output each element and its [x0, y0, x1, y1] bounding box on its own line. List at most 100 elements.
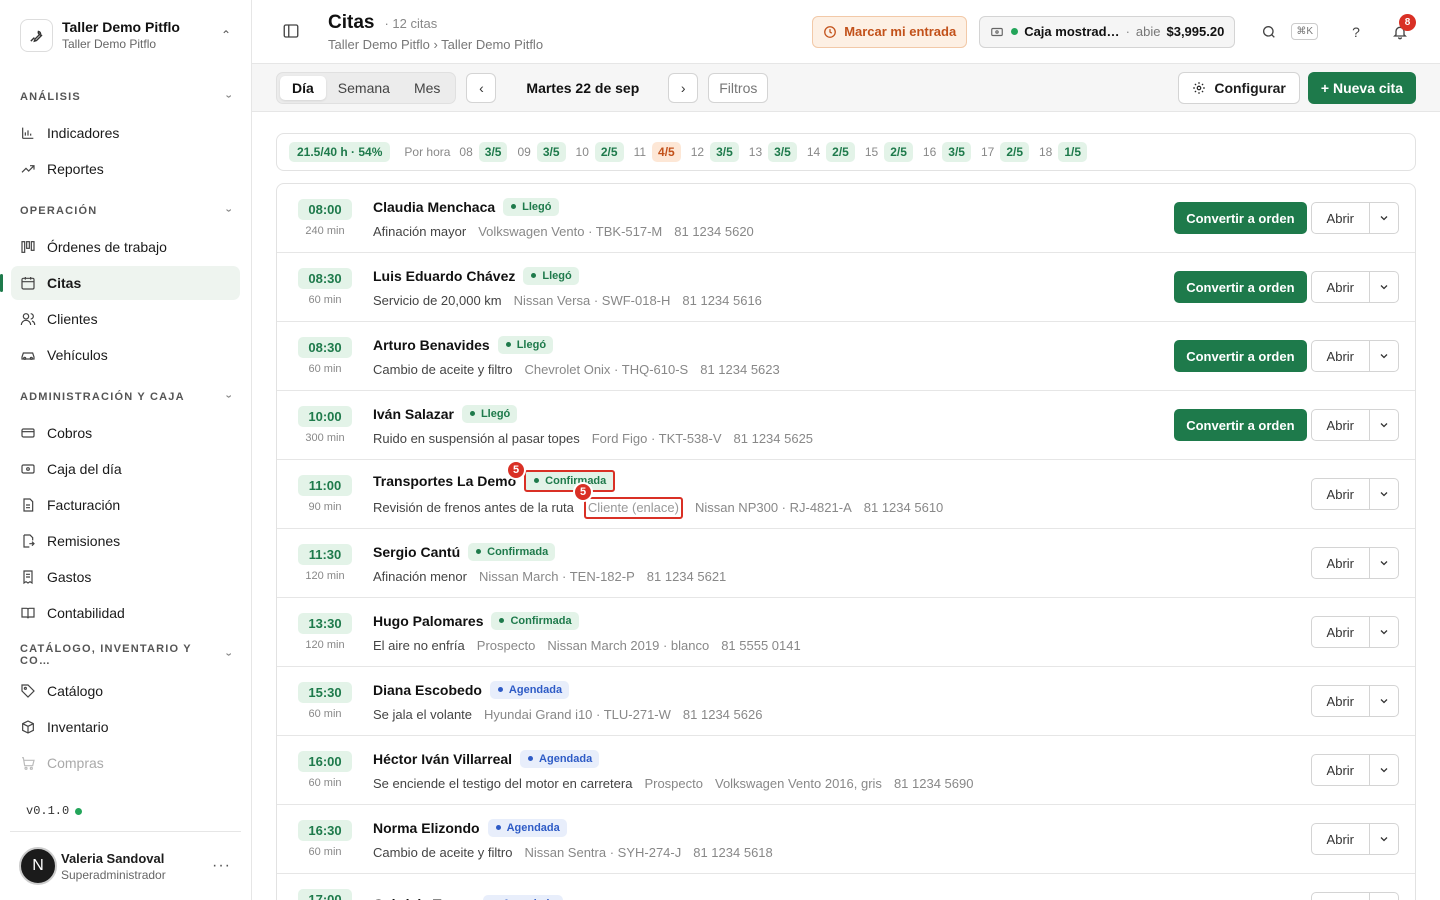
service: Afinación menor: [373, 568, 467, 584]
nav-section-header[interactable]: ANÁLISIS ›: [0, 86, 251, 108]
filters-button[interactable]: Filtros: [708, 72, 769, 103]
open-button[interactable]: Abrir: [1310, 892, 1370, 900]
sidebar-item-clientes[interactable]: Clientes: [11, 302, 240, 336]
status-badge: Confirmada: [524, 469, 616, 492]
convert-to-order-button[interactable]: Convertir a orden: [1174, 202, 1307, 234]
service: Ruido en suspensión al pasar topes: [373, 430, 580, 446]
search-button[interactable]: [1253, 16, 1285, 48]
user-menu[interactable]: N Valeria Sandoval Superadministrador ··…: [10, 831, 241, 900]
sidebar-item-label: Facturación: [47, 497, 121, 513]
appointment-row[interactable]: 11:00 90 min Transportes La Demo Confirmada…: [277, 460, 1415, 529]
appointment-row[interactable]: 16:30 60 min Norma Elizondo Agendada Cambio …: [277, 805, 1415, 874]
sidebar-item-facturación[interactable]: Facturación: [11, 488, 240, 522]
user-role: Superadministrador: [61, 867, 166, 882]
appointment-row[interactable]: 08:00 240 min Claudia Menchaca Llegó Afinaci…: [277, 184, 1415, 253]
tab-day[interactable]: Día: [280, 75, 326, 100]
more-actions-button[interactable]: [1370, 754, 1399, 786]
more-actions-button[interactable]: [1370, 616, 1399, 648]
appointment-row[interactable]: 13:30 120 min Hugo Palomares Confirmada El a…: [277, 598, 1415, 667]
sidebar-item-contabilidad[interactable]: Contabilidad: [11, 596, 240, 630]
hour-capacity-pill: 2/5: [826, 142, 855, 162]
open-button[interactable]: Abrir: [1310, 616, 1370, 648]
chevron-down-icon: ›: [222, 652, 235, 658]
sidebar-item-vehículos[interactable]: Vehículos: [11, 338, 240, 372]
sidebar-item-gastos[interactable]: Gastos: [11, 560, 240, 594]
more-actions-button[interactable]: [1370, 685, 1399, 717]
sidebar-item-cobros[interactable]: Cobros: [11, 416, 240, 450]
sidebar-item-órdenes-de-trabajo[interactable]: Órdenes de trabajo: [11, 230, 240, 264]
client-link[interactable]: Cliente (enlace): [583, 496, 683, 519]
next-day-button[interactable]: ›: [668, 72, 699, 103]
sidebar-item-indicadores[interactable]: Indicadores: [11, 116, 240, 150]
tab-week[interactable]: Semana: [326, 76, 402, 100]
box-icon: [22, 720, 34, 734]
sidebar-toggle-icon[interactable]: [282, 22, 302, 42]
clock-in-button[interactable]: Marcar mi entrada: [812, 15, 968, 48]
open-button[interactable]: Abrir: [1310, 478, 1370, 510]
sidebar-item-citas[interactable]: Citas: [0, 266, 240, 300]
cash-register-button[interactable]: Caja mostrad… · abie $3,995.20: [979, 15, 1236, 48]
more-icon[interactable]: ···: [212, 857, 231, 875]
service: Se jala el volante: [373, 706, 473, 722]
phone: 81 1234 5621: [646, 568, 727, 584]
open-button[interactable]: Abrir: [1310, 409, 1370, 441]
chevron-down-icon: [1380, 630, 1388, 635]
chevron-down-icon: [1380, 216, 1388, 221]
receipt-icon: [23, 570, 33, 585]
help-button[interactable]: ?: [1340, 16, 1372, 48]
previous-day-button[interactable]: ‹: [466, 72, 497, 103]
sidebar-item-reportes[interactable]: Reportes: [11, 152, 240, 186]
open-button[interactable]: Abrir: [1310, 754, 1370, 786]
appointment-row[interactable]: 08:30 60 min Arturo Benavides Llegó Cambio d…: [277, 322, 1415, 391]
nav-section-header[interactable]: CATÁLOGO, INVENTARIO Y CO… ›: [0, 643, 251, 667]
nav-section-header[interactable]: ADMINISTRACIÓN Y CAJA ›: [0, 386, 251, 408]
sidebar-item-compras[interactable]: Compras: [11, 746, 240, 780]
sidebar-item-caja-del-día[interactable]: Caja del día: [11, 452, 240, 486]
sidebar-item-label: Cobros: [47, 425, 93, 441]
open-button[interactable]: Abrir: [1310, 271, 1370, 303]
configure-button[interactable]: Configurar: [1178, 71, 1300, 104]
sidebar-item-catálogo[interactable]: Catálogo: [11, 674, 240, 708]
appointment-row[interactable]: 08:30 60 min Luis Eduardo Chávez Llegó Servi…: [277, 253, 1415, 322]
open-button[interactable]: Abrir: [1310, 340, 1370, 372]
appointment-row[interactable]: 15:30 60 min Diana Escobedo Agendada Se jala…: [277, 667, 1415, 736]
appointment-row[interactable]: 10:00 300 min Iván Salazar Llegó Ruido en su…: [277, 391, 1415, 460]
client-name: Iván Salazar: [373, 405, 454, 422]
convert-to-order-button[interactable]: Convertir a orden: [1174, 271, 1307, 303]
more-actions-button[interactable]: [1370, 340, 1399, 372]
vehicle: Nissan March 2019 · blanco: [547, 637, 710, 653]
more-actions-button[interactable]: [1370, 892, 1399, 900]
appointment-row[interactable]: 16:00 60 min Héctor Iván Villarreal Agendad…: [277, 736, 1415, 805]
sidebar-item-remisiones[interactable]: Remisiones: [11, 524, 240, 558]
more-actions-button[interactable]: [1370, 409, 1399, 441]
appointment-row[interactable]: 17:0060 minGabriela TorresAgendadaAbrir: [277, 874, 1415, 900]
workspace-switcher[interactable]: Taller Demo Pitflo Taller Demo Pitflo ⌃: [0, 0, 251, 70]
chevron-down-icon: [1380, 354, 1388, 359]
nav-section-header[interactable]: OPERACIÓN ›: [0, 200, 251, 222]
current-date: Martes 22 de sep: [526, 79, 640, 96]
more-actions-button[interactable]: [1370, 547, 1399, 579]
hour-capacity-pill: 3/5: [536, 142, 566, 162]
more-actions-button[interactable]: [1370, 271, 1399, 303]
more-actions-button[interactable]: [1370, 823, 1399, 855]
tab-month[interactable]: Mes: [402, 76, 452, 100]
more-actions-button[interactable]: [1370, 202, 1399, 234]
open-button[interactable]: Abrir: [1310, 823, 1370, 855]
view-switcher: Día Semana Mes: [276, 71, 457, 104]
new-appointment-button[interactable]: + Nueva cita: [1307, 71, 1416, 104]
more-actions-button[interactable]: [1370, 478, 1399, 510]
sidebar-item-inventario[interactable]: Inventario: [11, 710, 240, 744]
hour-capacity-pill: 3/5: [478, 142, 508, 162]
convert-to-order-button[interactable]: Convertir a orden: [1174, 409, 1307, 441]
notifications-button[interactable]: 8: [1384, 13, 1416, 48]
book-icon: [21, 607, 35, 619]
convert-to-order-button[interactable]: Convertir a orden: [1174, 340, 1307, 372]
open-button[interactable]: Abrir: [1310, 547, 1370, 579]
client-name: Gabriela Torres: [373, 896, 475, 900]
workspace-subtitle: Taller Demo Pitflo: [62, 37, 157, 51]
workspace-name: Taller Demo Pitflo: [62, 19, 180, 35]
open-button[interactable]: Abrir: [1310, 202, 1370, 234]
open-button[interactable]: Abrir: [1310, 685, 1370, 717]
appointment-row[interactable]: 11:30 120 min Sergio Cantú Confirmada Afinac…: [277, 529, 1415, 598]
appointment-duration: 240 min: [305, 225, 345, 237]
